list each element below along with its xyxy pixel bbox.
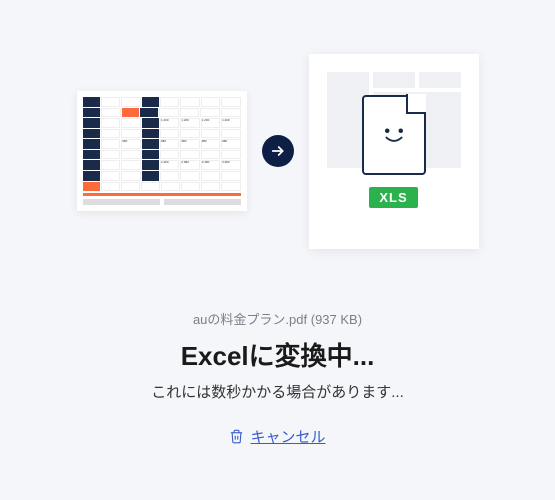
- cancel-button[interactable]: キャンセル: [229, 426, 325, 447]
- file-size: (937 KB): [311, 312, 362, 327]
- file-smile-icon: [362, 95, 426, 175]
- status-subtitle: これには数秒かかる場合があります...: [151, 381, 404, 402]
- conversion-area: 1,2001,2001,2001,200 980980980980980 2,4…: [77, 54, 479, 249]
- status-title: Excelに変換中...: [181, 336, 375, 373]
- source-pdf-thumbnail: 1,2001,2001,2001,200 980980980980980 2,4…: [77, 91, 247, 211]
- file-info: auの料金プラン.pdf (937 KB): [193, 309, 362, 328]
- cancel-label: キャンセル: [250, 426, 325, 447]
- target-xls-preview: XLS: [309, 54, 479, 249]
- xls-badge: XLS: [369, 187, 417, 208]
- file-name: auの料金プラン.pdf: [193, 312, 307, 327]
- arrow-right-icon: [262, 135, 294, 167]
- trash-icon: [229, 429, 244, 444]
